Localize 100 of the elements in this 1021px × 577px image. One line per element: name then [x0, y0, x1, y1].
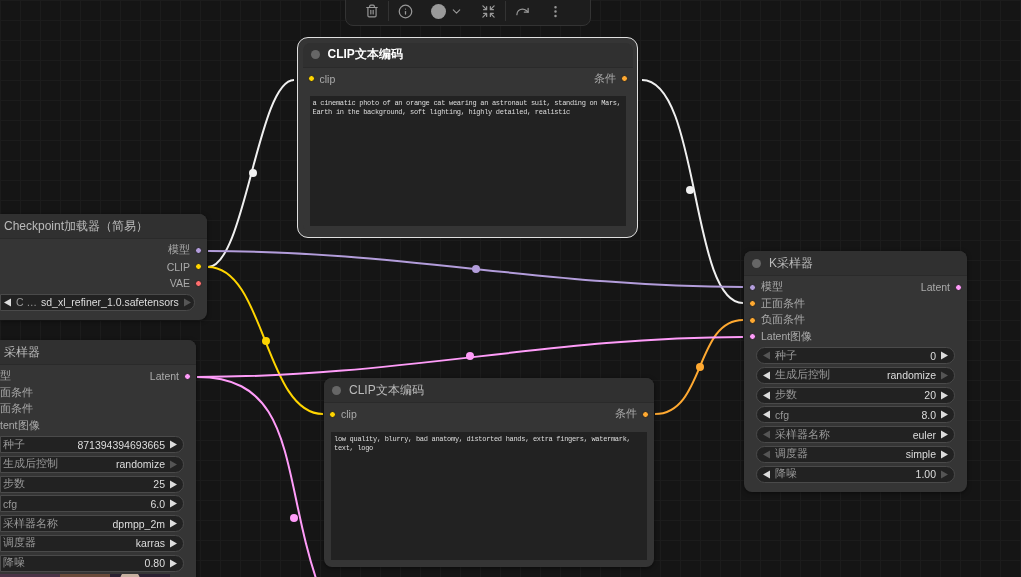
output-slot-dot[interactable] [195, 246, 202, 254]
node-title-bar[interactable]: K采样器 [744, 251, 967, 276]
increment-arrow-icon[interactable] [940, 410, 949, 420]
node-panel[interactable]: K采样器 模型 正面条件 负面条件 Latent图像 Latent 种子 0 生成后控制 randomize 步数 20 cfg 8.0 采样器名称 euler 调度器 simple 降噪 1.00 [744, 251, 967, 492]
output-slot-dot[interactable] [620, 75, 628, 83]
input-slot-dot[interactable] [307, 75, 315, 83]
widget-value: karras [135, 537, 165, 550]
widget-label: 调度器 [775, 447, 808, 462]
output-label: 模型 [168, 243, 190, 258]
input-label: clip [341, 408, 357, 421]
connection-wire[interactable] [207, 266, 324, 415]
node-title-bar[interactable]: Checkpoint加载器（简易） [0, 214, 207, 239]
number-widget[interactable]: C … sd_xl_refiner_1.0.safetensors [0, 293, 195, 311]
widget-value: 20 [924, 389, 936, 402]
widget-value: 1.00 [915, 468, 936, 481]
output-slot-dot[interactable] [955, 283, 962, 291]
input-slot-dot[interactable] [749, 283, 756, 291]
output-label: 条件 [593, 71, 616, 86]
number-widget[interactable]: 步数 25 [0, 475, 184, 493]
connection-wire[interactable] [654, 319, 744, 415]
number-widget[interactable]: 采样器名称 euler [756, 426, 955, 444]
output-slot-dot[interactable] [195, 263, 202, 271]
increment-arrow-icon[interactable] [169, 519, 178, 529]
number-widget[interactable]: 种子 0 [756, 347, 955, 364]
number-widget[interactable]: 调度器 karras [0, 535, 184, 552]
node-canvas[interactable] [0, 0, 1021, 577]
widget-label: 种子 [3, 437, 25, 452]
number-widget[interactable]: 步数 20 [756, 386, 955, 404]
collapse-dot-icon[interactable] [752, 258, 761, 268]
increment-arrow-icon[interactable] [940, 450, 949, 459]
node-title: 采样器 [4, 343, 40, 361]
node-title-bar[interactable]: CLIP文本编码 [302, 42, 633, 68]
number-widget[interactable]: 调度器 simple [756, 446, 955, 463]
number-widget[interactable]: 种子 871394394693665 [0, 436, 184, 453]
output-slot-dot[interactable] [195, 279, 202, 287]
widget-label: 采样器名称 [3, 516, 58, 531]
decrement-arrow-icon[interactable] [762, 410, 771, 420]
number-widget[interactable]: 降噪 0.80 [0, 554, 184, 572]
output-label: VAE [169, 277, 190, 290]
node-title: K采样器 [769, 254, 813, 272]
increment-arrow-icon[interactable] [169, 539, 178, 548]
increment-arrow-icon[interactable] [940, 390, 949, 400]
widget-label: 步数 [3, 477, 25, 492]
collapse-dot-icon[interactable] [332, 385, 341, 395]
widget-label: C … [16, 296, 37, 308]
widget-value: simple [905, 448, 936, 461]
decrement-arrow-icon[interactable] [762, 469, 771, 479]
number-widget[interactable]: cfg 6.0 [0, 495, 184, 513]
number-widget[interactable]: 生成后控制 randomize [756, 366, 955, 384]
input-slot-dot[interactable] [749, 300, 756, 308]
increment-arrow-icon[interactable] [169, 440, 178, 449]
input-slot-dot[interactable] [749, 316, 756, 324]
widget-value: dpmpp_2m [112, 517, 165, 530]
output-label: Latent [149, 370, 179, 383]
widget-value: 25 [153, 478, 165, 491]
collapse-dot-icon[interactable] [310, 50, 320, 59]
output-label: 条件 [615, 407, 637, 422]
output-label: CLIP [166, 260, 190, 273]
decrement-arrow-icon[interactable] [762, 390, 771, 400]
increment-arrow-icon[interactable] [169, 499, 178, 509]
widget-label: 步数 [775, 388, 797, 403]
output-slot-dot[interactable] [184, 372, 191, 380]
node-panel[interactable]: Checkpoint加载器（简易） 模型 CLIP VAE C … sd_xl_refiner_1.0.safetensors [0, 214, 207, 320]
decrement-arrow-icon[interactable] [3, 297, 12, 307]
node-title: Checkpoint加载器（简易） [4, 217, 149, 235]
increment-arrow-icon[interactable] [940, 351, 949, 360]
widget-label: cfg [775, 408, 789, 421]
node-title-bar[interactable]: 采样器 [0, 340, 196, 365]
widget-value: 0 [930, 349, 936, 362]
widget-value: 8.0 [921, 408, 936, 421]
output-label: Latent [920, 281, 950, 294]
widget-value: 871394394693665 [77, 438, 165, 451]
number-widget[interactable]: cfg 8.0 [756, 406, 955, 424]
input-slot-dot[interactable] [749, 333, 756, 341]
number-widget[interactable]: 生成后控制 randomize [0, 455, 184, 473]
number-widget[interactable]: 降噪 1.00 [756, 465, 955, 483]
color-swatch [431, 3, 446, 19]
node-panel[interactable]: 采样器 型 面条件 面条件 tent图像 Latent 种子 871394394693665 生成后控制 randomize 步数 25 cfg 6.0 采样器名称 dpmpp_2m 调度器 karras 降噪 0.80 [0, 340, 196, 577]
delete-icon[interactable] [365, 3, 379, 19]
input-slot-dot[interactable] [329, 410, 336, 418]
color-picker-button[interactable] [431, 3, 463, 19]
input-label: tent图像 [0, 418, 40, 433]
info-icon[interactable] [398, 3, 413, 19]
widget-label: 生成后控制 [775, 368, 830, 383]
decrement-arrow-icon[interactable] [762, 370, 771, 380]
shrink-icon[interactable] [481, 3, 496, 19]
input-label: 型 [0, 369, 11, 384]
connection-wire[interactable] [207, 250, 744, 288]
widget-value: randomize [115, 458, 165, 471]
input-label: 面条件 [0, 402, 33, 417]
increment-arrow-icon[interactable] [169, 558, 178, 568]
widget-label: 降噪 [3, 556, 25, 571]
input-label: 模型 [761, 280, 783, 295]
widget-value: 0.80 [144, 557, 165, 570]
output-slot-dot[interactable] [642, 410, 649, 418]
input-label: 负面条件 [761, 313, 805, 328]
increment-arrow-icon[interactable] [169, 479, 178, 489]
increment-arrow-icon[interactable] [940, 430, 949, 440]
number-widget[interactable]: 采样器名称 dpmpp_2m [0, 515, 184, 533]
node-title-bar[interactable]: CLIP文本编码 [324, 378, 654, 403]
